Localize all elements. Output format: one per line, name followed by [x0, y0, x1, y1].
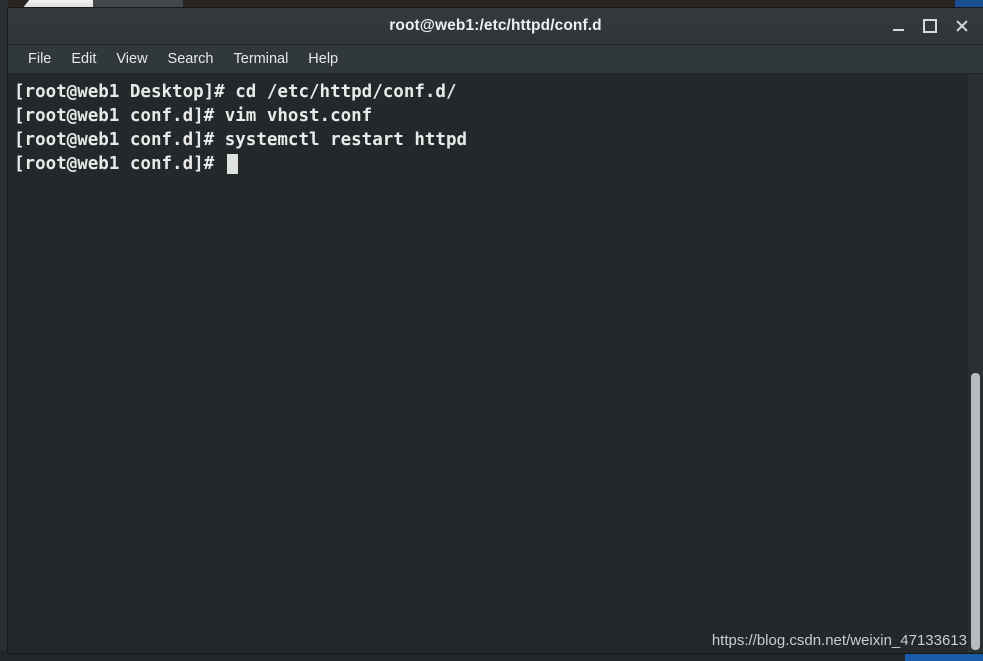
menu-item-edit[interactable]: Edit: [61, 48, 106, 70]
window-controls: [883, 8, 977, 44]
watermark-text: https://blog.csdn.net/weixin_47133613: [711, 632, 967, 649]
terminal-body: [root@web1 Desktop]# cd /etc/httpd/conf.…: [8, 74, 983, 653]
minimize-button[interactable]: [883, 12, 913, 40]
terminal-window: root@web1:/etc/httpd/conf.d File Edit Vi…: [8, 8, 983, 653]
terminal-prompt-line: [root@web1 conf.d]#: [14, 152, 967, 176]
terminal-line: [root@web1 conf.d]# systemctl restart ht…: [14, 130, 468, 150]
background-accent-bottom-right: [905, 653, 983, 661]
menu-item-terminal[interactable]: Terminal: [224, 48, 299, 70]
desktop-left-strip: [0, 0, 8, 661]
maximize-button[interactable]: [915, 12, 945, 40]
title-bar[interactable]: root@web1:/etc/httpd/conf.d: [8, 8, 983, 45]
terminal-line: [root@web1 conf.d]# vim vhost.conf: [14, 106, 373, 126]
window-title: root@web1:/etc/httpd/conf.d: [389, 17, 602, 34]
terminal-scrollbar[interactable]: [967, 74, 983, 653]
menu-item-view[interactable]: View: [106, 48, 157, 70]
scrollbar-thumb[interactable]: [971, 373, 980, 650]
terminal-prompt: [root@web1 conf.d]#: [14, 154, 225, 174]
menu-item-help[interactable]: Help: [298, 48, 348, 70]
terminal-line: [root@web1 Desktop]# cd /etc/httpd/conf.…: [14, 82, 457, 102]
close-button[interactable]: [947, 12, 977, 40]
terminal-cursor: [226, 154, 238, 174]
terminal-screen[interactable]: [root@web1 Desktop]# cd /etc/httpd/conf.…: [8, 74, 967, 653]
maximize-icon: [923, 19, 937, 33]
menu-item-file[interactable]: File: [18, 48, 61, 70]
menu-bar: File Edit View Search Terminal Help: [8, 45, 983, 74]
minimize-icon: [892, 28, 904, 31]
menu-item-search[interactable]: Search: [158, 48, 224, 70]
close-icon: [956, 20, 968, 32]
